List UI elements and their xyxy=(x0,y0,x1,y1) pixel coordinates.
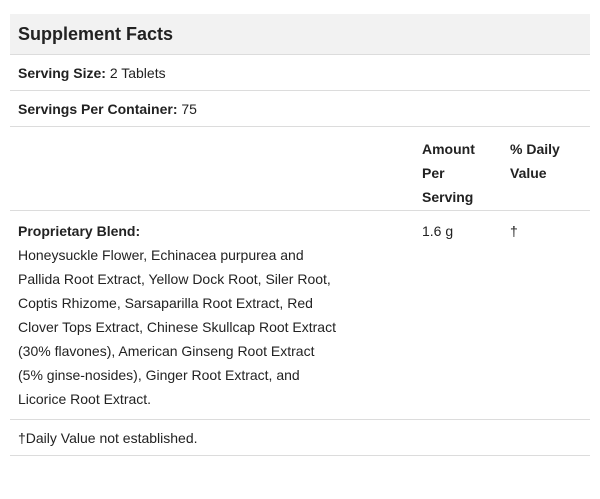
amount-per-serving-header: Amount Per Serving xyxy=(422,141,475,205)
daily-value-header: % Daily Value xyxy=(510,141,560,181)
blend-description: Proprietary Blend: Honeysuckle Flower, E… xyxy=(10,211,416,419)
serving-size-value: 2 Tablets xyxy=(109,64,166,81)
footnote-text: †Daily Value not established. xyxy=(18,429,198,446)
blend-title: Proprietary Blend: xyxy=(18,223,141,239)
supplement-facts-panel: Supplement Facts Serving Size: 2 Tablets… xyxy=(10,14,590,456)
blend-daily-value: † xyxy=(510,223,518,239)
servings-per-container-value: 75 xyxy=(181,100,197,117)
blend-ingredients: Honeysuckle Flower, Echinacea purpurea a… xyxy=(18,247,336,407)
footnote-row: †Daily Value not established. xyxy=(10,420,590,456)
panel-title: Supplement Facts xyxy=(18,23,174,44)
blend-amount: 1.6 g xyxy=(422,223,454,239)
servings-per-container-row: Servings Per Container: 75 xyxy=(10,91,590,127)
header-empty-cell xyxy=(10,127,416,210)
column-header-row: Amount Per Serving % Daily Value xyxy=(10,127,590,211)
serving-size-row: Serving Size: 2 Tablets xyxy=(10,55,590,91)
servings-per-container-label: Servings Per Container: xyxy=(18,100,178,117)
serving-size-label: Serving Size: xyxy=(18,64,106,81)
proprietary-blend-row: Proprietary Blend: Honeysuckle Flower, E… xyxy=(10,211,590,420)
title-row: Supplement Facts xyxy=(10,14,590,55)
